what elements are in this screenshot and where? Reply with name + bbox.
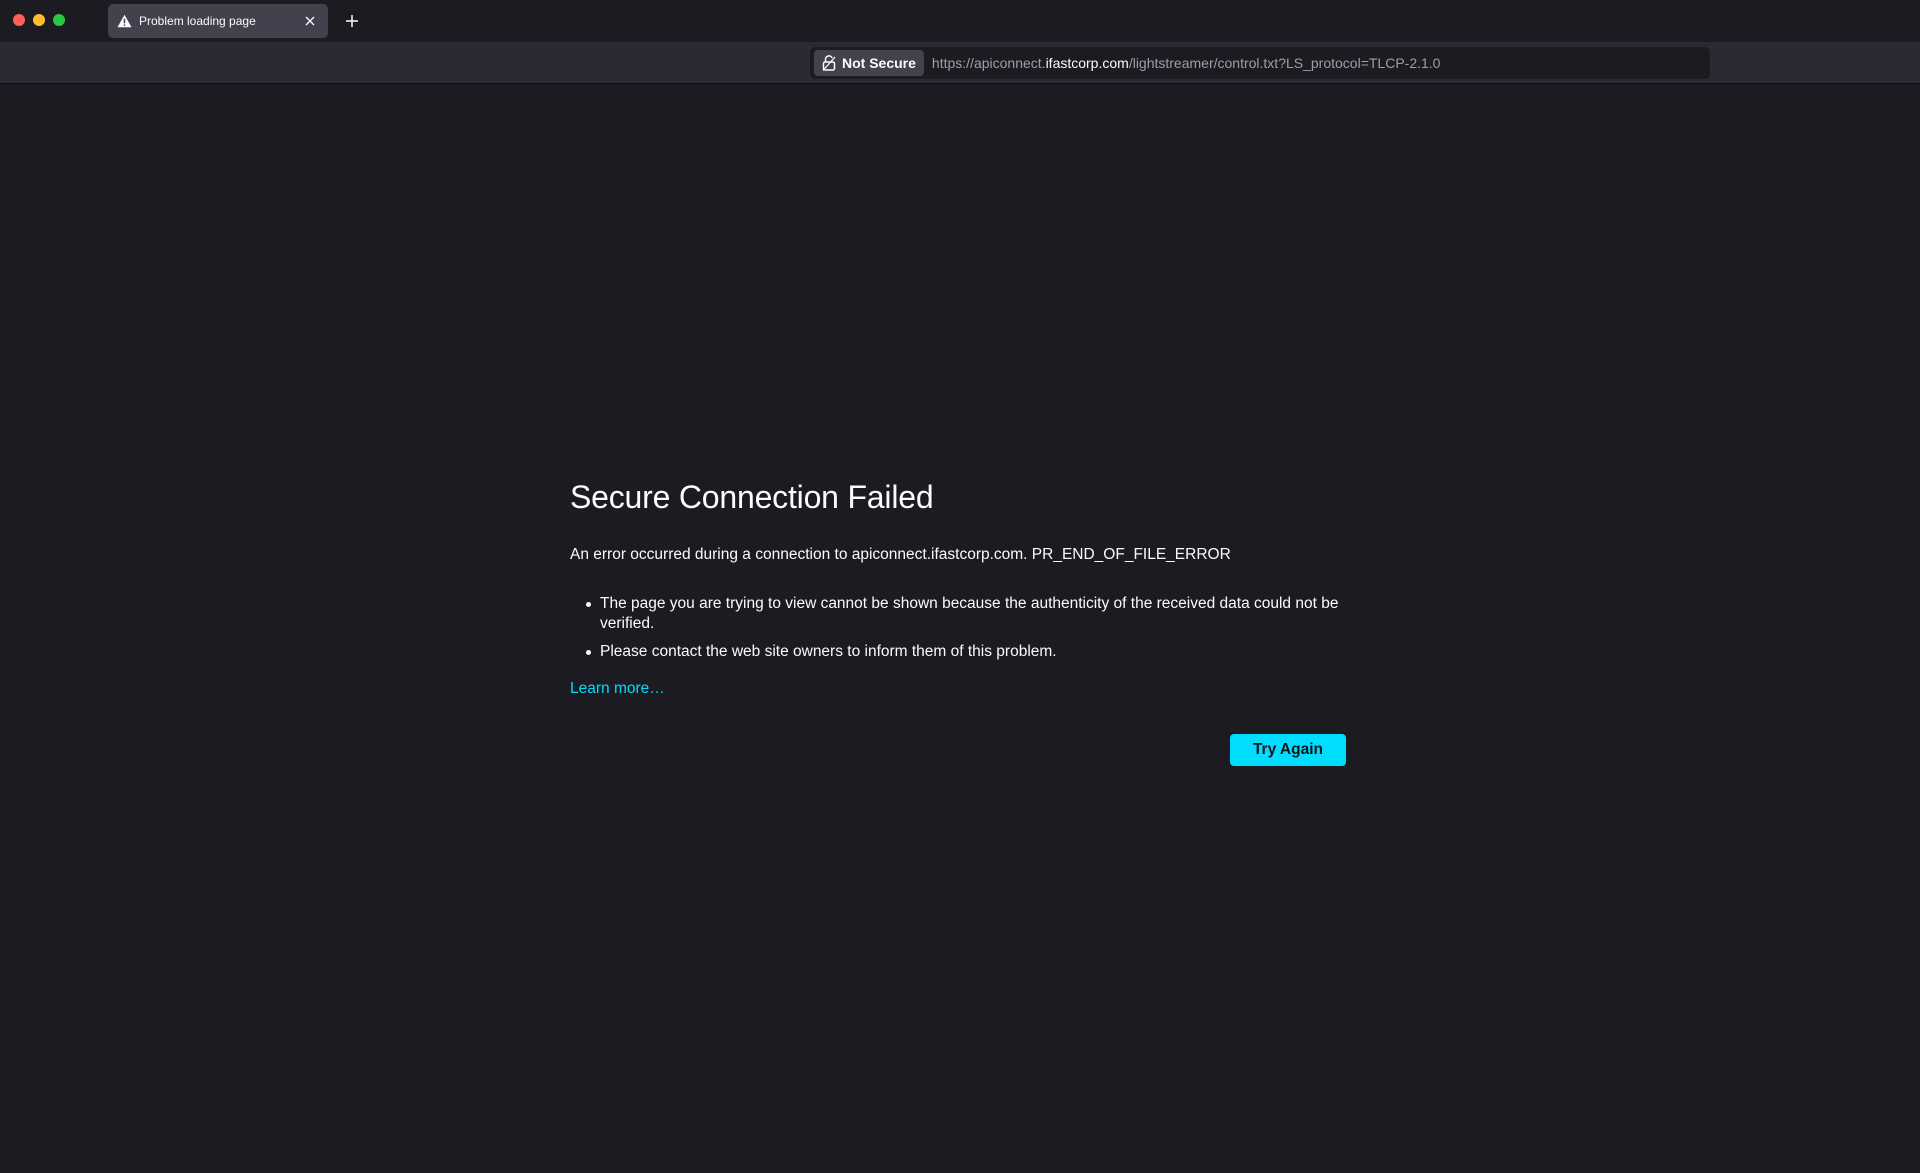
learn-more-link[interactable]: Learn more…	[570, 680, 665, 697]
window-close-button[interactable]	[13, 14, 25, 26]
page-content: Secure Connection Failed An error occurr…	[0, 85, 1920, 1173]
title-bar: Problem loading page	[0, 0, 1920, 42]
window-minimize-button[interactable]	[33, 14, 45, 26]
close-tab-icon[interactable]	[302, 13, 318, 29]
error-short-description: An error occurred during a connection to…	[570, 546, 1231, 563]
try-again-button[interactable]: Try Again	[1229, 734, 1346, 766]
url-suffix: /lightstreamer/control.txt?LS_protocol=T…	[1128, 55, 1441, 71]
new-tab-button[interactable]	[340, 9, 364, 33]
not-secure-indicator[interactable]: Not Secure	[814, 50, 924, 76]
tab-title: Problem loading page	[139, 14, 256, 28]
button-row: Try Again	[570, 734, 1346, 766]
not-secure-label: Not Secure	[842, 55, 916, 71]
broken-lock-icon	[821, 55, 837, 71]
window-maximize-button[interactable]	[53, 14, 65, 26]
plus-icon	[346, 15, 358, 27]
url-bar[interactable]: Not Secure https://apiconnect.ifastcorp.…	[810, 47, 1710, 79]
error-title: Secure Connection Failed	[570, 479, 934, 515]
error-detail-item: The page you are trying to view cannot b…	[586, 594, 1346, 634]
url-text[interactable]: https://apiconnect.ifastcorp.com/lightst…	[932, 55, 1441, 71]
url-domain: ifastcorp.com	[1045, 55, 1129, 71]
error-details-list: The page you are trying to view cannot b…	[570, 594, 1346, 662]
tab-problem-loading-page[interactable]: Problem loading page	[108, 4, 328, 38]
error-detail-item: Please contact the web site owners to in…	[586, 642, 1346, 662]
url-prefix: https://apiconnect.	[931, 55, 1046, 71]
error-container: Secure Connection Failed An error occurr…	[570, 479, 1346, 766]
nav-bar: Not Secure https://apiconnect.ifastcorp.…	[0, 42, 1920, 84]
warning-icon	[116, 13, 132, 29]
